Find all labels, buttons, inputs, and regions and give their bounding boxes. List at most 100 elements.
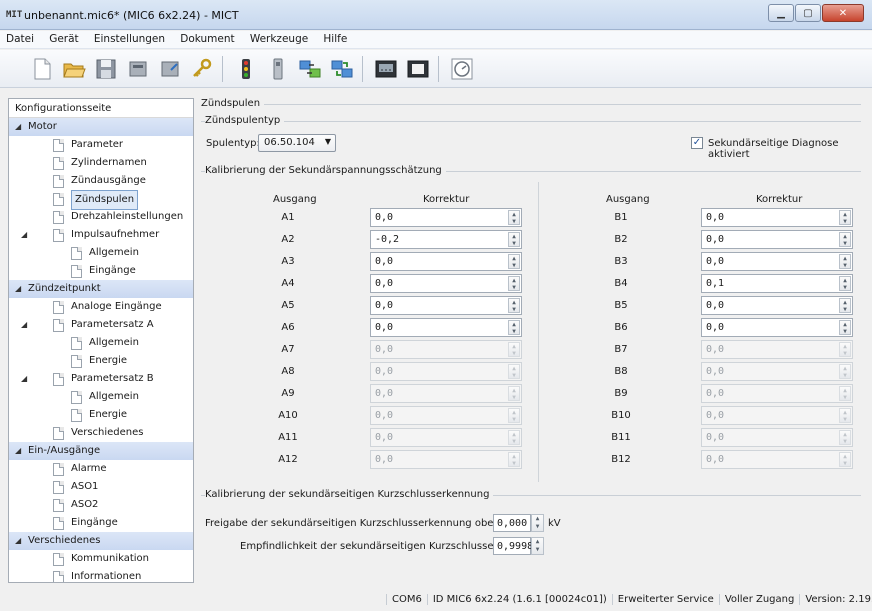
expand-triangle-icon[interactable]: ◢ (15, 280, 21, 298)
spin-arrows-icon[interactable]: ▲ ▼ (508, 210, 520, 225)
correction-input[interactable]: -0,2 ▲ ▼ (370, 230, 522, 249)
tree-item[interactable]: Analoge Eingänge (9, 298, 193, 316)
tree-item[interactable]: ASO1 (9, 478, 193, 496)
tree-item[interactable]: Verschiedenes (9, 424, 193, 442)
spin-arrows-icon[interactable]: ▲ ▼ (839, 254, 851, 269)
spin-arrows-icon[interactable]: ▲ ▼ (839, 320, 851, 335)
page-icon (53, 517, 64, 530)
menu-dokument[interactable]: Dokument (174, 31, 240, 45)
spin-arrows-icon[interactable]: ▲ ▼ (508, 276, 520, 291)
gauge-icon[interactable] (448, 55, 476, 83)
tree-item[interactable]: Energie (9, 352, 193, 370)
release-input[interactable]: 0,000 ▲ ▼ (493, 514, 544, 532)
maximize-button[interactable]: ▢ (795, 4, 821, 22)
correction-input[interactable]: 0,0 ▲ ▼ (701, 230, 853, 249)
tree-item[interactable]: Parameter (9, 136, 193, 154)
save-icon[interactable] (92, 55, 120, 83)
tree-item[interactable]: Allgemein (9, 334, 193, 352)
tree-item[interactable]: Energie (9, 406, 193, 424)
coil-type-select[interactable]: 06.50.104 ▼ (258, 134, 336, 152)
expand-triangle-icon[interactable]: ◢ (15, 532, 21, 550)
calibration-group-title: Kalibrierung der Sekundärspannungsschätz… (205, 165, 446, 176)
tree-item[interactable]: ◢ Ein-/Ausgänge (9, 442, 193, 460)
spin-arrows-icon[interactable]: ▲ ▼ (531, 514, 544, 532)
expand-triangle-icon[interactable]: ◢ (21, 316, 27, 334)
menu-werkzeuge[interactable]: Werkzeuge (244, 31, 314, 45)
expand-triangle-icon[interactable]: ◢ (15, 442, 21, 460)
write-device-icon[interactable] (156, 55, 184, 83)
tree-item[interactable]: Eingänge (9, 514, 193, 532)
new-document-icon[interactable] (28, 55, 56, 83)
tree-item[interactable]: ◢ Parametersatz B (9, 370, 193, 388)
tree-item[interactable]: Eingänge (9, 262, 193, 280)
tree-item[interactable]: Drehzahleinstellungen (9, 208, 193, 226)
correction-input: 0,0 ▲ ▼ (701, 428, 853, 447)
spin-arrows-icon[interactable]: ▲ ▼ (508, 320, 520, 335)
key-icon[interactable] (188, 55, 216, 83)
correction-value: 0,0 (706, 322, 725, 333)
spin-arrows-icon[interactable]: ▲ ▼ (508, 232, 520, 247)
correction-input[interactable]: 0,0 ▲ ▼ (370, 208, 522, 227)
output-label: B2 (614, 234, 628, 245)
tree-item[interactable]: Kommunikation (9, 550, 193, 568)
spin-arrows-icon[interactable]: ▲ ▼ (508, 298, 520, 313)
open-folder-icon[interactable] (60, 55, 88, 83)
sensitivity-input[interactable]: 0,9998 ▲ ▼ (493, 537, 544, 555)
spin-arrows-icon[interactable]: ▲ ▼ (839, 298, 851, 313)
correction-input[interactable]: 0,0 ▲ ▼ (370, 274, 522, 293)
tree-item[interactable]: ◢ Motor (9, 118, 193, 136)
correction-input[interactable]: 0,0 ▲ ▼ (370, 318, 522, 337)
minimize-button[interactable]: ▁ (768, 4, 794, 22)
correction-input[interactable]: 0,1 ▲ ▼ (701, 274, 853, 293)
correction-input[interactable]: 0,0 ▲ ▼ (370, 296, 522, 315)
tree-item[interactable]: Allgemein (9, 244, 193, 262)
correction-input: 0,0 ▲ ▼ (701, 384, 853, 403)
transfer-icon[interactable] (296, 55, 324, 83)
diagnose-checkbox[interactable]: ✓ (691, 137, 703, 149)
traffic-light-icon[interactable] (232, 55, 260, 83)
page-icon (53, 499, 64, 512)
spin-arrows-icon[interactable]: ▲ ▼ (839, 276, 851, 291)
correction-input[interactable]: 0,0 ▲ ▼ (701, 208, 853, 227)
device-icon[interactable] (264, 55, 292, 83)
correction-input[interactable]: 0,0 ▲ ▼ (701, 252, 853, 271)
tree-item[interactable]: ◢ Impulsaufnehmer (9, 226, 193, 244)
expand-triangle-icon[interactable]: ◢ (15, 118, 21, 136)
sync-icon[interactable] (328, 55, 356, 83)
spin-arrows-icon[interactable]: ▲ ▼ (531, 537, 544, 555)
correction-value: 0,0 (375, 366, 394, 377)
output-label: B5 (614, 300, 628, 311)
read-device-icon[interactable] (124, 55, 152, 83)
expand-triangle-icon[interactable]: ◢ (21, 370, 27, 388)
tree-item[interactable]: Informationen (9, 568, 193, 582)
display-icon[interactable] (372, 55, 400, 83)
output-label: A11 (278, 432, 298, 443)
tree-item[interactable]: Zündspulen (9, 190, 193, 210)
spin-arrows-icon[interactable]: ▲ ▼ (508, 254, 520, 269)
screen-icon[interactable] (404, 55, 432, 83)
menu-geraet[interactable]: Gerät (43, 31, 84, 45)
tree-item[interactable]: ◢ Parametersatz A (9, 316, 193, 334)
tree-item[interactable]: ◢ Zündzeitpunkt (9, 280, 193, 298)
tree-item[interactable]: Zündausgänge (9, 172, 193, 190)
correction-input[interactable]: 0,0 ▲ ▼ (701, 318, 853, 337)
spin-arrows-icon[interactable]: ▲ ▼ (839, 232, 851, 247)
menu-hilfe[interactable]: Hilfe (317, 31, 353, 45)
correction-input[interactable]: 0,0 ▲ ▼ (701, 296, 853, 315)
tree-item[interactable]: Zylindernamen (9, 154, 193, 172)
correction-input[interactable]: 0,0 ▲ ▼ (370, 252, 522, 271)
correction-input: 0,0 ▲ ▼ (370, 384, 522, 403)
menu-datei[interactable]: Datei (0, 31, 40, 45)
correction-value: 0,0 (375, 256, 394, 267)
tree-item[interactable]: Alarme (9, 460, 193, 478)
chevron-down-icon: ▼ (324, 137, 331, 146)
expand-triangle-icon[interactable]: ◢ (21, 226, 27, 244)
tree-item[interactable]: ASO2 (9, 496, 193, 514)
short-group-title: Kalibrierung der sekundärseitigen Kurzsc… (205, 489, 494, 500)
tree-item[interactable]: ◢ Verschiedenes (9, 532, 193, 550)
close-button[interactable]: ✕ (822, 4, 864, 22)
menu-einstellungen[interactable]: Einstellungen (88, 31, 171, 45)
spin-arrows-icon[interactable]: ▲ ▼ (839, 210, 851, 225)
tree-item[interactable]: Allgemein (9, 388, 193, 406)
status-access: Voller Zugang (718, 593, 800, 605)
